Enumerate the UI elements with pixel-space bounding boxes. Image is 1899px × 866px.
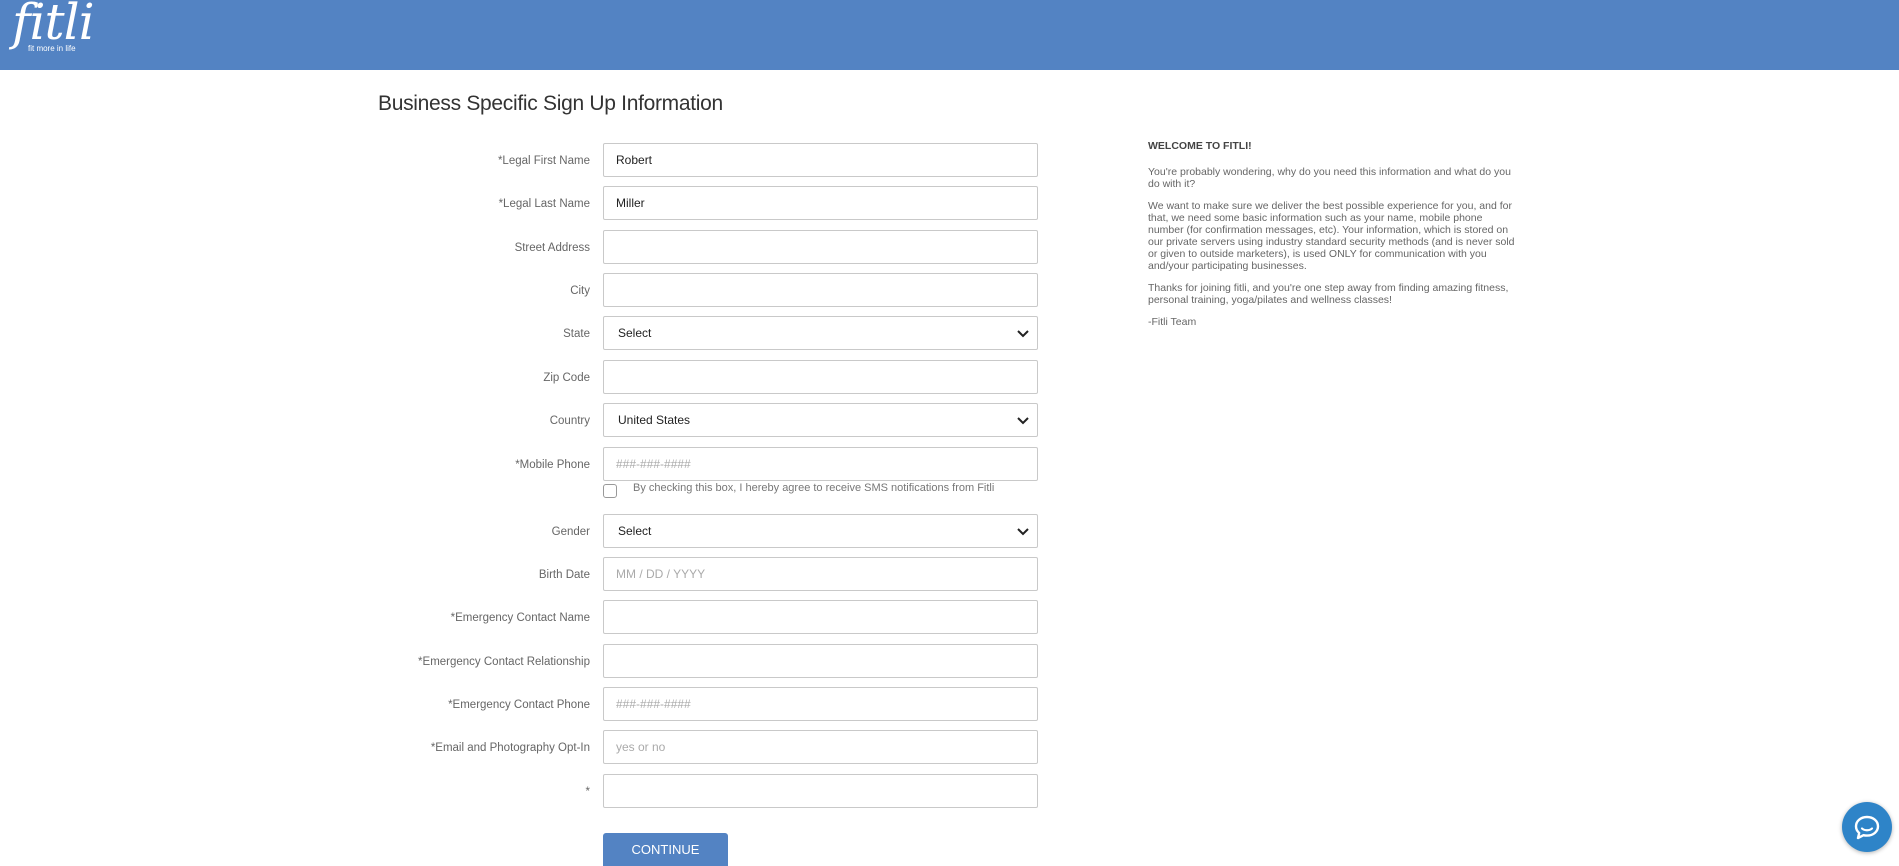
- first-name-row: *Legal First Name: [380, 143, 1040, 179]
- gender-row: Gender Select: [380, 514, 1040, 550]
- city-input[interactable]: [603, 273, 1038, 307]
- emergency-phone-label: *Emergency Contact Phone: [448, 699, 590, 711]
- state-label: State: [563, 328, 590, 340]
- mobile-row: *Mobile Phone: [380, 447, 1040, 483]
- state-value: Select: [618, 326, 652, 340]
- emergency-relationship-row: *Emergency Contact Relationship: [380, 644, 1040, 680]
- gender-select[interactable]: Select: [603, 514, 1038, 548]
- page-title: Business Specific Sign Up Information: [378, 92, 723, 115]
- welcome-paragraph-3: Thanks for joining fitli, and you're one…: [1148, 282, 1509, 306]
- emergency-relationship-input[interactable]: [603, 644, 1038, 678]
- country-row: Country United States: [380, 403, 1040, 439]
- chat-button[interactable]: [1842, 802, 1892, 852]
- street-label: Street Address: [514, 242, 590, 254]
- continue-button[interactable]: CONTINUE: [603, 833, 728, 866]
- welcome-title: WELCOME TO FITLI!: [1148, 140, 1252, 152]
- mobile-label: *Mobile Phone: [515, 459, 590, 471]
- welcome-paragraph-1: You're probably wondering, why do you ne…: [1148, 166, 1511, 190]
- last-name-label: *Legal Last Name: [498, 198, 590, 210]
- email-photo-optin-label: *Email and Photography Opt-In: [430, 742, 590, 754]
- unnamed-label: *: [585, 786, 590, 798]
- emergency-name-input[interactable]: [603, 600, 1038, 634]
- emergency-phone-row: *Emergency Contact Phone: [380, 687, 1040, 723]
- country-value: United States: [618, 413, 691, 427]
- gender-value: Select: [618, 524, 652, 538]
- chat-bubble-icon: [1854, 815, 1880, 840]
- last-name-input[interactable]: [603, 186, 1038, 220]
- first-name-label: *Legal First Name: [497, 155, 590, 167]
- city-label: City: [570, 285, 590, 297]
- email-photo-optin-row: *Email and Photography Opt-In: [380, 730, 1040, 766]
- logo-word: fitli: [12, 0, 95, 51]
- welcome-signoff: -Fitli Team: [1148, 316, 1197, 328]
- gender-label: Gender: [551, 526, 590, 538]
- emergency-phone-input[interactable]: [603, 687, 1038, 721]
- welcome-paragraph-2: We want to make sure we deliver the best…: [1148, 200, 1515, 272]
- country-select[interactable]: United States: [603, 403, 1038, 437]
- emergency-relationship-label: *Emergency Contact Relationship: [418, 656, 590, 668]
- state-row: State Select: [380, 316, 1040, 352]
- chevron-down-icon: [1017, 330, 1029, 338]
- city-row: City: [380, 273, 1040, 309]
- state-select[interactable]: Select: [603, 316, 1038, 350]
- last-name-row: *Legal Last Name: [380, 186, 1040, 222]
- email-photo-optin-input[interactable]: [603, 730, 1038, 764]
- unnamed-row: *: [380, 774, 1040, 810]
- sms-optin-text: By checking this box, I hereby agree to …: [633, 482, 995, 494]
- birth-date-input[interactable]: [603, 557, 1038, 591]
- logo-tagline: fit more in life: [28, 44, 76, 53]
- chevron-down-icon: [1017, 528, 1029, 536]
- top-bar: fitli fit more in life: [0, 0, 1899, 70]
- birth-date-row: Birth Date: [380, 557, 1040, 593]
- unnamed-input[interactable]: [603, 774, 1038, 808]
- fitli-logo[interactable]: fitli fit more in life: [12, 0, 95, 53]
- zip-row: Zip Code: [380, 360, 1040, 396]
- mobile-input[interactable]: [603, 447, 1038, 481]
- emergency-name-label: *Emergency Contact Name: [450, 612, 590, 624]
- first-name-input[interactable]: [603, 143, 1038, 177]
- birth-date-label: Birth Date: [538, 569, 590, 581]
- welcome-panel: WELCOME TO FITLI! You're probably wonder…: [1148, 140, 1518, 338]
- street-row: Street Address: [380, 230, 1040, 266]
- sms-optin-checkbox[interactable]: [603, 484, 617, 498]
- country-label: Country: [549, 415, 590, 427]
- sms-optin: By checking this box, I hereby agree to …: [603, 482, 1123, 502]
- zip-input[interactable]: [603, 360, 1038, 394]
- emergency-name-row: *Emergency Contact Name: [380, 600, 1040, 636]
- zip-label: Zip Code: [543, 372, 590, 384]
- chevron-down-icon: [1017, 417, 1029, 425]
- street-input[interactable]: [603, 230, 1038, 264]
